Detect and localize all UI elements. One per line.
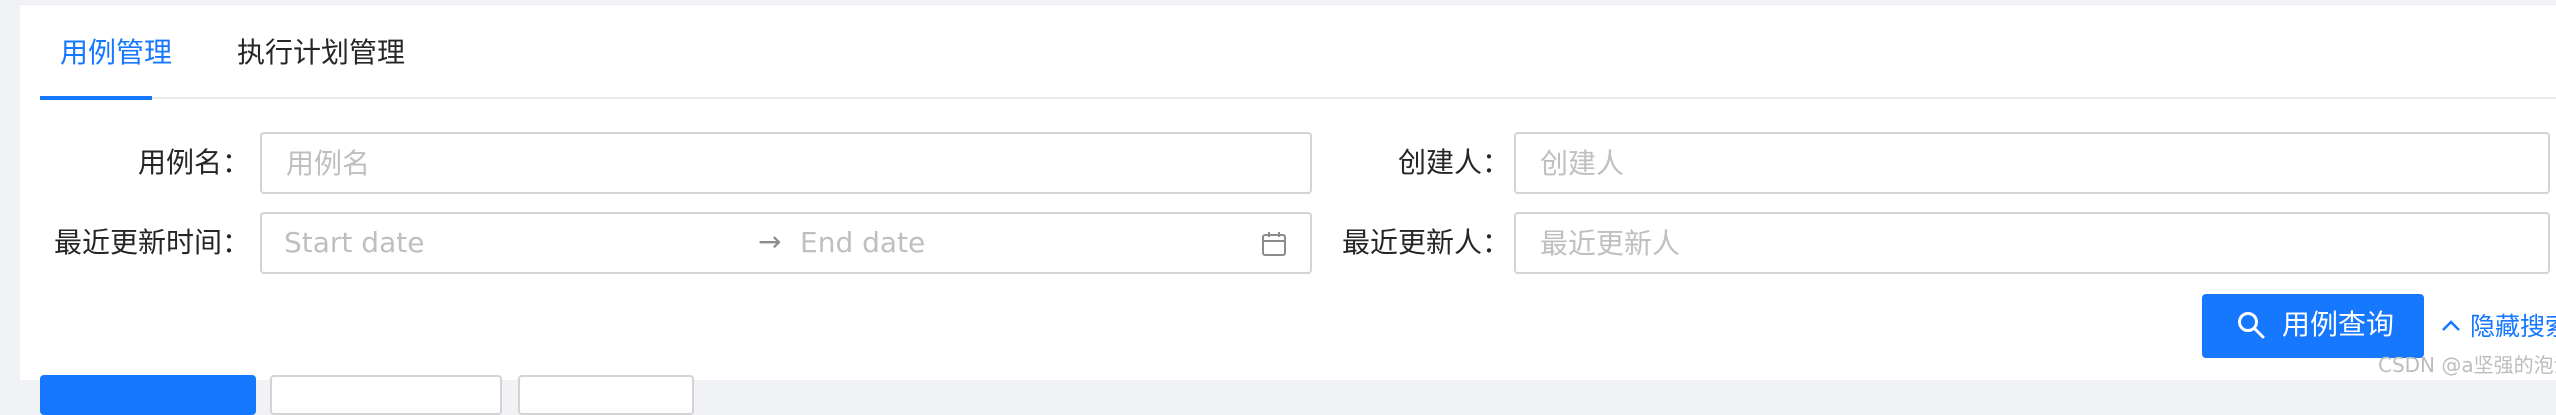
active-tab-indicator (40, 96, 152, 100)
range-end-input[interactable]: End date (800, 223, 925, 263)
bottom-secondary-button-2[interactable] (518, 375, 694, 415)
hide-search-label: 隐藏搜索 (2470, 312, 2556, 341)
updater-label: 最近更新人： (1341, 226, 1510, 259)
case-name-input[interactable] (260, 132, 1312, 194)
page-left-gutter (0, 0, 20, 380)
watermark-text: CSDN @a坚强的泡沫 (2378, 353, 2556, 377)
main-panel: 用例管理 执行计划管理 用例名： 创建人： 最近更新时间： Start date… (20, 4, 2556, 415)
updater-input[interactable] (1514, 212, 2550, 274)
case-search-button[interactable]: 用例查询 (2202, 294, 2424, 358)
case-name-label: 用例名： (137, 146, 250, 179)
updated-time-label: 最近更新时间： (53, 226, 250, 259)
range-start-input[interactable]: Start date (284, 223, 424, 263)
calendar-icon[interactable] (1260, 230, 1288, 258)
bottom-secondary-button-1[interactable] (270, 375, 502, 415)
creator-label: 创建人： (1397, 146, 1510, 179)
tab-execution-plan-management[interactable]: 执行计划管理 (237, 33, 405, 73)
search-icon (2238, 312, 2265, 339)
creator-input[interactable] (1514, 132, 2550, 194)
tab-bar: 用例管理 执行计划管理 (40, 5, 2556, 99)
range-separator-arrow-icon: → (758, 225, 782, 258)
updated-time-range-picker[interactable]: Start date → End date (260, 212, 1312, 274)
tab-case-management[interactable]: 用例管理 (60, 33, 172, 73)
case-search-button-label: 用例查询 (2282, 308, 2395, 341)
chevron-up-icon (2442, 320, 2460, 331)
bottom-primary-button[interactable] (40, 375, 256, 415)
